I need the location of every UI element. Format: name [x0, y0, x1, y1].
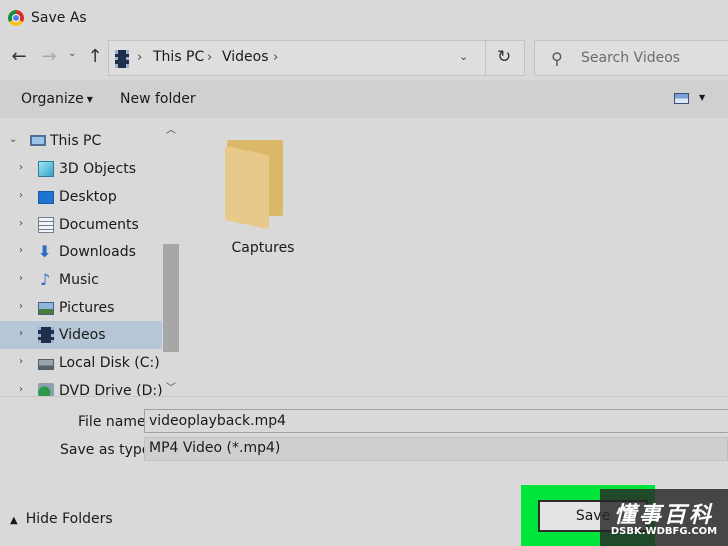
- desktop-icon: [38, 191, 54, 204]
- folder-icon: [225, 138, 287, 230]
- up-arrow-icon[interactable]: ↑: [84, 46, 106, 68]
- expand-chevron-icon[interactable]: ›: [19, 162, 23, 173]
- tree-item-label: Downloads: [59, 244, 136, 260]
- title-bar: Save As: [0, 0, 728, 36]
- file-item-label: Captures: [231, 240, 295, 256]
- new-folder-button[interactable]: New folder: [120, 91, 196, 107]
- tree-item-label: Local Disk (C:): [59, 355, 160, 371]
- hide-folders-label: Hide Folders: [25, 511, 113, 527]
- collapse-chevron-icon[interactable]: ⌄: [9, 134, 17, 145]
- computer-icon: [30, 135, 46, 146]
- breadcrumb-this-pc[interactable]: This PC: [153, 49, 204, 65]
- forward-arrow-icon[interactable]: →: [38, 46, 60, 68]
- search-icon: ⚲: [551, 49, 563, 68]
- navigation-pane: ⌄ This PC › 3D Objects › Desktop › Docum…: [0, 118, 162, 396]
- expand-chevron-icon[interactable]: ›: [19, 356, 23, 367]
- watermark-logo: 懂事百科 DSBK.WDBFG.COM: [600, 489, 728, 546]
- file-name-input[interactable]: [144, 409, 728, 433]
- tree-item-label: 3D Objects: [59, 161, 137, 177]
- refresh-icon[interactable]: ↻: [497, 47, 511, 67]
- tree-item-desktop[interactable]: › Desktop: [0, 183, 162, 211]
- chrome-icon: [8, 10, 24, 26]
- tree-item-documents[interactable]: › Documents: [0, 211, 162, 239]
- tree-item-local-disk[interactable]: › Local Disk (C:): [0, 349, 162, 377]
- scroll-thumb[interactable]: [163, 244, 179, 352]
- dvd-drive-icon: [38, 383, 54, 396]
- recent-locations-chevron-icon[interactable]: ⌄: [68, 48, 76, 59]
- navigation-bar: ← → ⌄ ↑ › This PC › Videos › ⌄ ↻ ⚲: [0, 36, 728, 80]
- tree-item-videos[interactable]: › Videos: [0, 321, 162, 349]
- watermark-chinese-text: 懂事百科: [613, 503, 714, 528]
- save-type-label: Save as type:: [60, 442, 156, 458]
- breadcrumb-separator[interactable]: ›: [273, 50, 278, 65]
- tree-item-label: This PC: [50, 133, 102, 149]
- music-icon: ♪: [40, 270, 51, 289]
- breadcrumb-separator: ›: [137, 50, 143, 65]
- organize-caret-icon: ▼: [86, 94, 93, 104]
- file-list-pane: Captures: [180, 118, 728, 396]
- organize-label: Organize: [21, 91, 84, 107]
- tree-item-3d-objects[interactable]: › 3D Objects: [0, 155, 162, 183]
- scroll-up-chevron-icon[interactable]: ︿: [166, 121, 176, 136]
- tree-item-label: Pictures: [59, 300, 115, 316]
- search-box[interactable]: ⚲: [534, 40, 728, 76]
- tree-item-dvd-drive[interactable]: › DVD Drive (D:) C: [0, 377, 162, 396]
- tree-item-label: Desktop: [59, 189, 117, 205]
- hide-folders-button[interactable]: ▲ Hide Folders: [10, 511, 113, 527]
- navigation-scrollbar[interactable]: ︿ ﹀: [162, 118, 180, 396]
- 3d-objects-icon: [38, 161, 54, 177]
- tree-item-label: Music: [59, 272, 99, 288]
- save-type-select[interactable]: MP4 Video (*.mp4): [144, 437, 728, 461]
- address-dropdown-chevron-icon[interactable]: ⌄: [459, 50, 468, 63]
- expand-chevron-icon[interactable]: ›: [19, 273, 23, 284]
- organize-button[interactable]: Organize ▼: [21, 91, 93, 107]
- change-view-icon[interactable]: [674, 93, 689, 104]
- tree-item-music[interactable]: › ♪ Music: [0, 266, 162, 294]
- tree-item-label: Documents: [59, 217, 139, 233]
- videos-icon: [38, 327, 54, 343]
- expand-chevron-icon[interactable]: ›: [19, 218, 23, 229]
- tree-item-label: Videos: [59, 327, 106, 343]
- expand-chevron-icon[interactable]: ›: [19, 328, 23, 339]
- breadcrumb-videos[interactable]: Videos: [222, 49, 269, 65]
- expand-chevron-icon[interactable]: ›: [19, 190, 23, 201]
- address-bar[interactable]: › This PC › Videos › ⌄ ↻: [108, 40, 525, 76]
- address-divider: [485, 41, 486, 75]
- breadcrumb-separator[interactable]: ›: [207, 50, 212, 65]
- expand-chevron-icon[interactable]: ›: [19, 384, 23, 395]
- videos-location-icon: [115, 50, 129, 68]
- tree-item-downloads[interactable]: › ⬇ Downloads: [0, 238, 162, 266]
- pictures-icon: [38, 302, 54, 315]
- scroll-down-chevron-icon[interactable]: ﹀: [166, 379, 176, 394]
- documents-icon: [38, 217, 54, 233]
- command-toolbar: Organize ▼ New folder ▼: [0, 80, 728, 118]
- tree-item-label: DVD Drive (D:) C: [59, 383, 162, 396]
- expand-chevron-icon[interactable]: ›: [19, 245, 23, 256]
- expand-chevron-icon[interactable]: ›: [19, 301, 23, 312]
- window-title: Save As: [31, 10, 87, 26]
- view-options-caret-icon[interactable]: ▼: [699, 93, 705, 102]
- back-arrow-icon[interactable]: ←: [8, 46, 30, 68]
- tree-item-this-pc[interactable]: ⌄ This PC: [0, 127, 162, 155]
- search-input[interactable]: [581, 50, 721, 66]
- file-name-label: File name:: [78, 414, 151, 430]
- watermark-url-text: DSBK.WDBFG.COM: [610, 526, 718, 537]
- local-disk-icon: [38, 359, 54, 370]
- downloads-icon: ⬇: [38, 242, 52, 261]
- tree-item-pictures[interactable]: › Pictures: [0, 294, 162, 322]
- save-form: File name: Save as type: MP4 Video (*.mp…: [0, 396, 728, 546]
- chevron-up-icon: ▲: [10, 515, 18, 526]
